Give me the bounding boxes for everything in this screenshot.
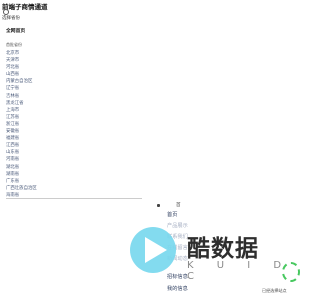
province-item[interactable]: 山东省 xyxy=(6,149,37,156)
menu-item[interactable]: 在线留言 xyxy=(167,244,188,251)
province-item[interactable]: 辽宁省 xyxy=(6,85,37,92)
province-item[interactable]: 广东省 xyxy=(6,178,37,185)
province-item[interactable]: 安徽省 xyxy=(6,128,37,135)
province-item[interactable]: 福建省 xyxy=(6,135,37,142)
province-item[interactable]: 黑龙江省 xyxy=(6,100,37,107)
menu-item[interactable]: 联系我们 xyxy=(167,233,188,240)
province-item[interactable]: 内蒙古自治区 xyxy=(6,78,37,85)
province-list: 北京市 天津市 河北省 山西省 内蒙古自治区 辽宁省 吉林省 黑龙江省 上海市 江苏省 浙江省 安徽省… xyxy=(6,50,37,199)
province-item[interactable]: 河南省 xyxy=(6,156,37,163)
province-item[interactable]: 广西壮族自治区 xyxy=(6,185,37,192)
menu-item[interactable]: 我的信息 xyxy=(167,285,188,292)
province-item[interactable]: 山西省 xyxy=(6,71,37,78)
menu-item[interactable]: 首页 xyxy=(167,211,177,218)
menu-item[interactable]: 新闻动态 xyxy=(167,255,188,262)
menu-item[interactable]: 产品展示 xyxy=(167,222,188,229)
province-item[interactable]: 江西省 xyxy=(6,142,37,149)
divider-line xyxy=(6,198,142,199)
region-select-label: 选择省份 xyxy=(2,16,20,21)
province-item[interactable]: 湖南省 xyxy=(6,171,37,178)
dot-icon xyxy=(157,204,160,207)
all-regions-link[interactable]: 全网首页 xyxy=(6,27,25,34)
province-section-label: 首批省份 xyxy=(6,42,22,47)
province-item[interactable]: 北京市 xyxy=(6,50,37,57)
site-title: 前端子商情通道 xyxy=(2,3,48,11)
menu-item[interactable]: 招标信息 xyxy=(167,273,188,280)
loading-icon xyxy=(282,262,300,282)
province-item[interactable]: 上海市 xyxy=(6,107,37,114)
province-item[interactable]: 浙江省 xyxy=(6,121,37,128)
corner-status-text: 已经选择站点 xyxy=(262,288,287,293)
province-item[interactable]: 湖北省 xyxy=(6,164,37,171)
province-item[interactable]: 河北省 xyxy=(6,64,37,71)
menu-panel: 首页产品展示联系我们在线留言新闻动态招标信息我的信息 xyxy=(162,208,300,300)
province-item[interactable]: 江苏省 xyxy=(6,114,37,121)
province-item[interactable]: 吉林省 xyxy=(6,93,37,100)
province-item[interactable]: 天津市 xyxy=(6,57,37,64)
